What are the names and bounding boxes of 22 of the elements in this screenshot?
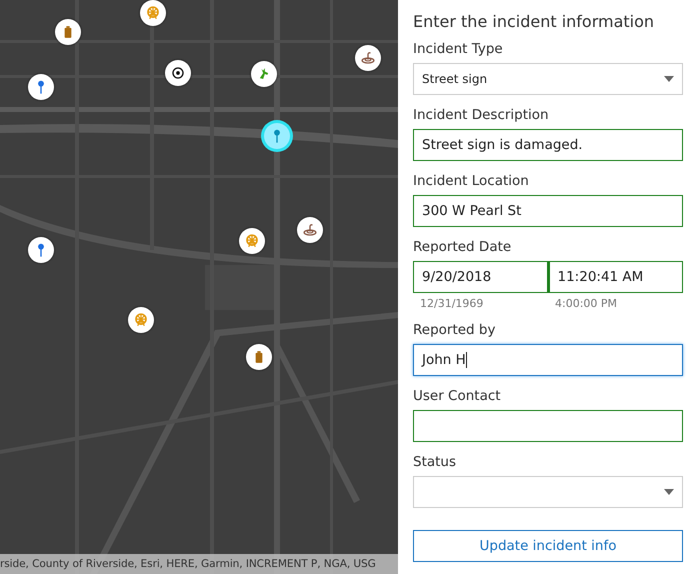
map-marker[interactable] <box>264 123 290 149</box>
input-field[interactable]: Street sign is damaged. <box>413 129 683 161</box>
input-field[interactable]: 300 W Pearl St <box>413 195 683 227</box>
field-label: Reported by <box>413 322 496 338</box>
field-label: Incident Type <box>413 41 504 57</box>
field-label: Incident Description <box>413 107 550 123</box>
date-hint: 12/31/1969 <box>419 297 484 310</box>
field-label: Status <box>413 454 458 470</box>
time-field[interactable]: 11:20:41 AM <box>548 261 683 293</box>
input-field[interactable] <box>413 410 683 442</box>
update-button[interactable]: Update incident info <box>413 530 683 562</box>
input-field[interactable]: John H <box>413 344 683 376</box>
time-hint: 4:00:00 PM <box>554 297 618 310</box>
dropdown[interactable]: Street sign <box>413 63 683 95</box>
field-label: Incident Location <box>413 173 530 189</box>
caret-icon <box>664 76 674 82</box>
date-field[interactable]: 9/20/2018 <box>413 261 548 293</box>
form-title: Enter the incident information <box>413 12 656 31</box>
field-label: Reported Date <box>413 239 512 255</box>
caret-icon <box>664 489 674 495</box>
field-label: User Contact <box>413 388 502 404</box>
attribution-text: rside, County of Riverside, Esri, HERE, Garmin, INCREMENT P, NGA, USG <box>0 554 398 574</box>
